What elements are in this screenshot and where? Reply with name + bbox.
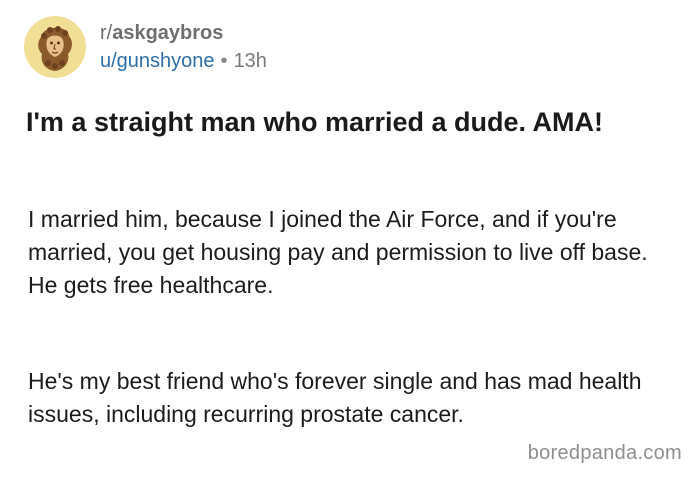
separator-dot: • xyxy=(220,50,228,72)
post-body-paragraph-2: He's my best friend who's forever single… xyxy=(28,368,642,427)
watermark-text: boredpanda.com xyxy=(527,442,682,464)
subreddit-prefix: r/ xyxy=(100,22,113,44)
reddit-post: r/askgaybros u/gunshyone • 13h I'm a strai… xyxy=(0,0,700,479)
statue-head-icon xyxy=(38,26,72,71)
post-meta: r/askgaybros u/gunshyone • 13h xyxy=(100,21,267,73)
subreddit-link[interactable]: r/askgaybros xyxy=(100,21,267,45)
post-header: r/askgaybros u/gunshyone • 13h xyxy=(24,16,267,78)
post-body-paragraph-1: I married him, because I joined the Air … xyxy=(28,206,648,298)
subreddit-avatar[interactable] xyxy=(24,16,86,78)
subreddit-name: askgaybros xyxy=(112,22,224,44)
post-title[interactable]: I'm a straight man who married a dude. A… xyxy=(26,104,676,140)
author-line: u/gunshyone • 13h xyxy=(100,49,267,73)
username-link[interactable]: u/gunshyone xyxy=(100,50,215,72)
post-age: 13h xyxy=(233,50,267,72)
